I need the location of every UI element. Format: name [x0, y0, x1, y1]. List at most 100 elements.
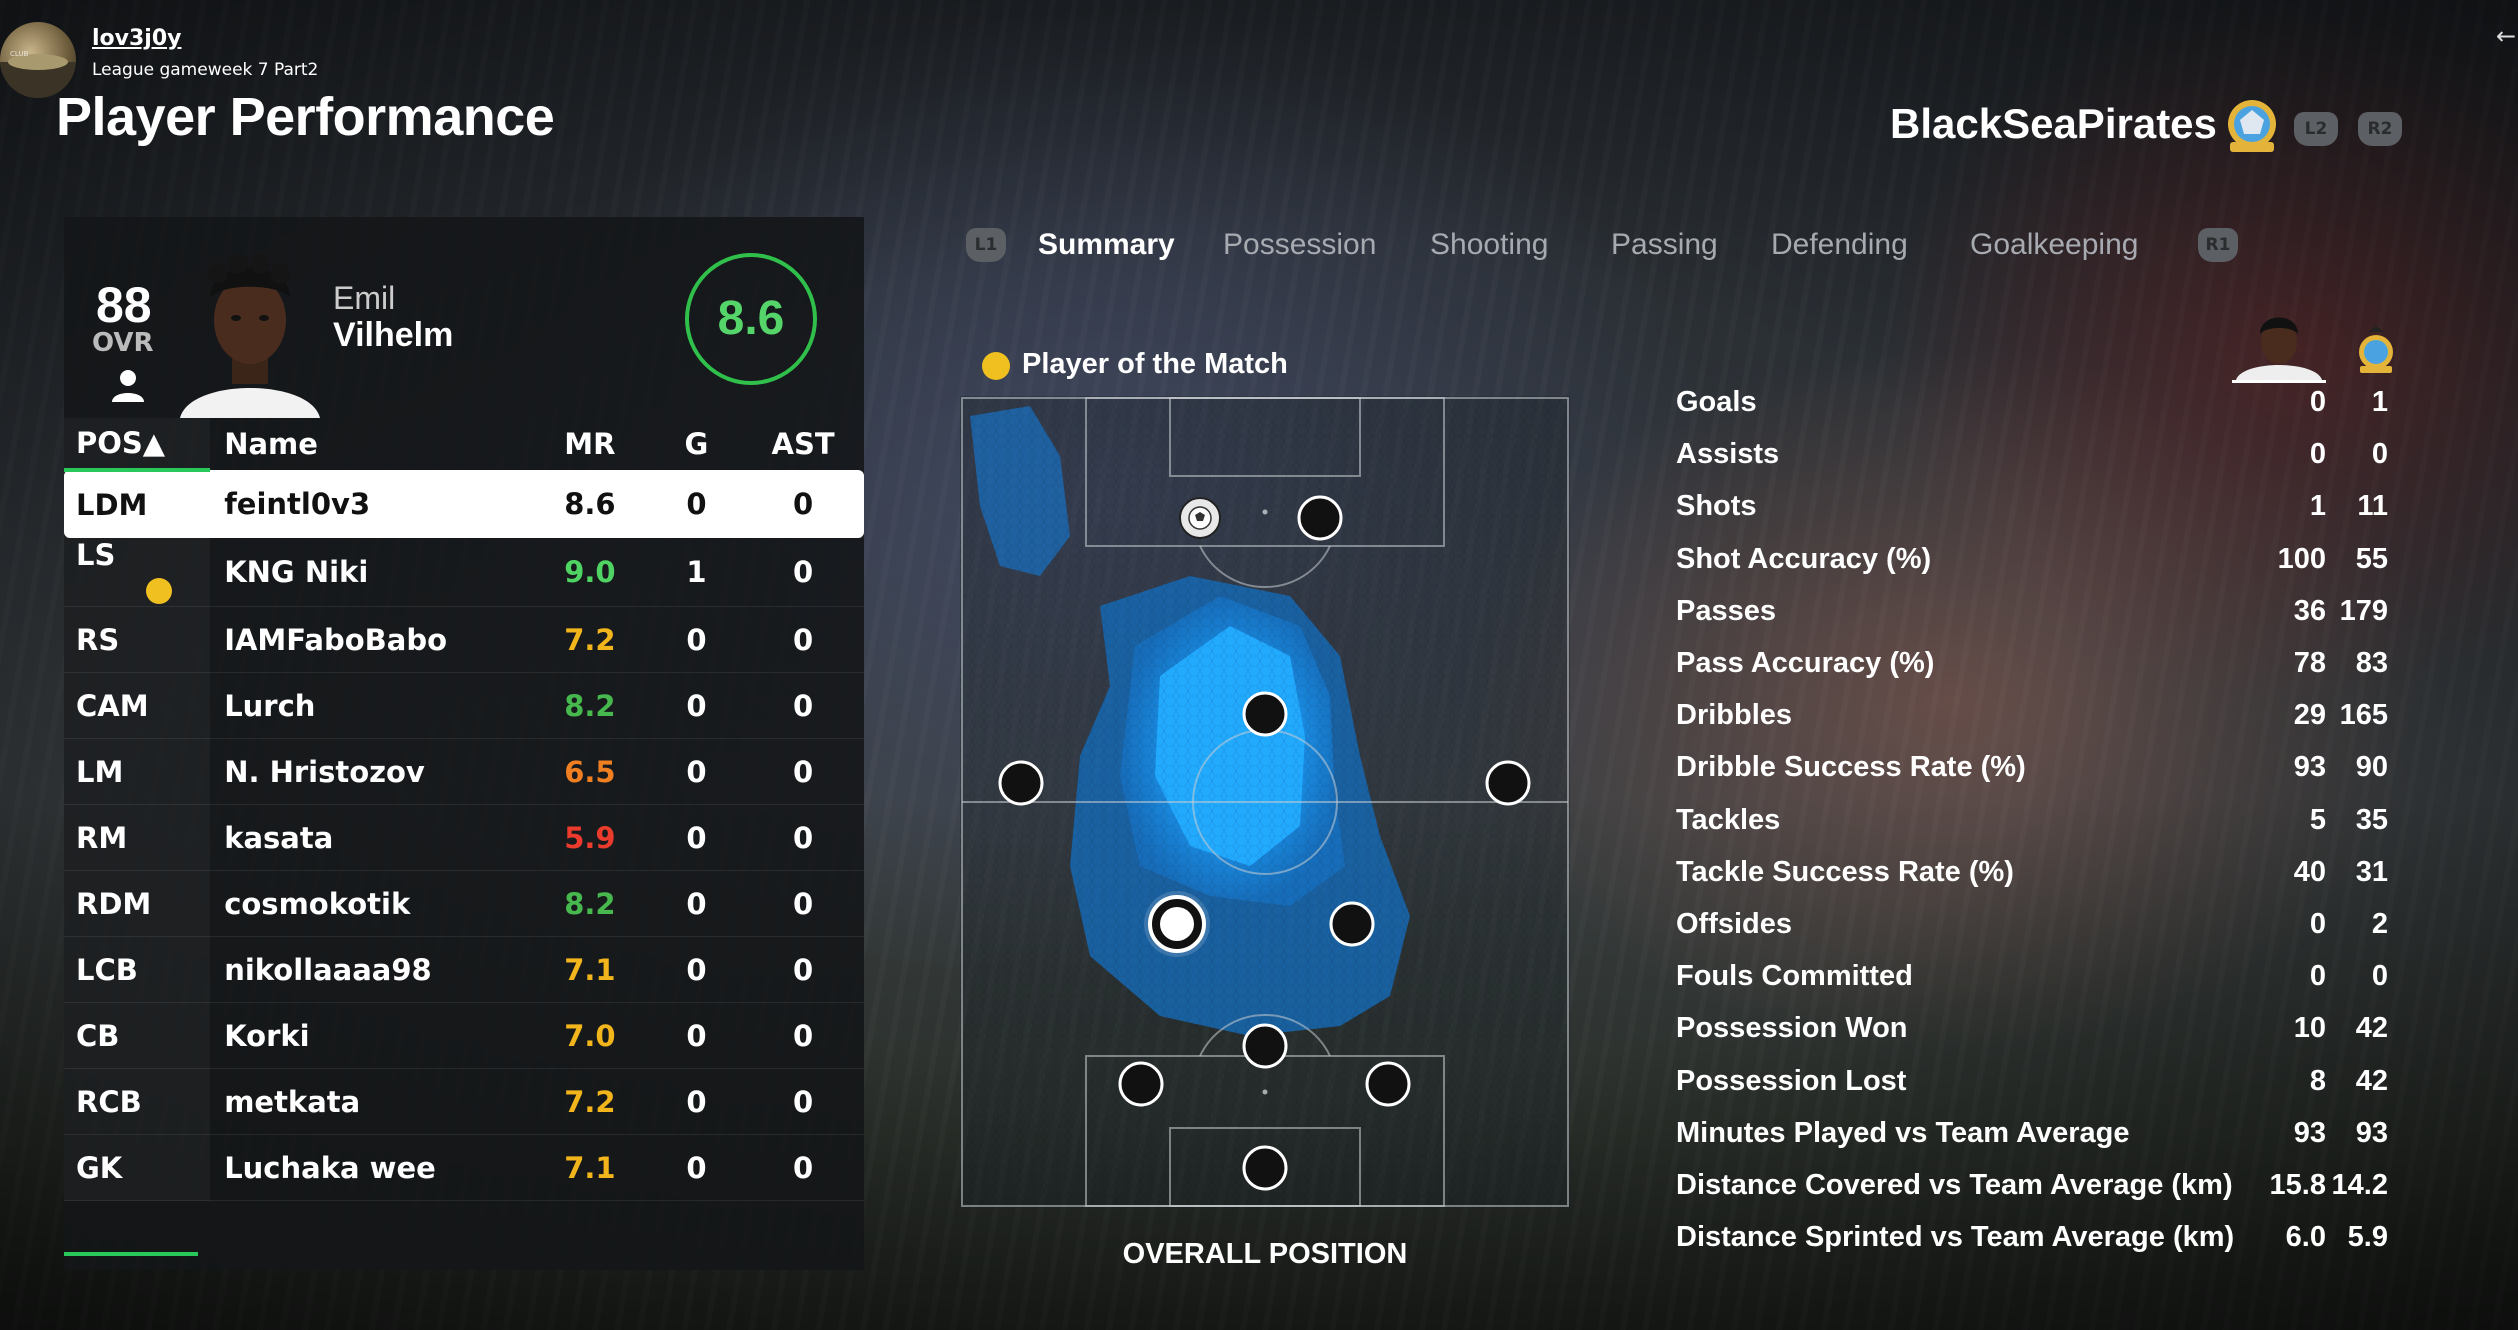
roster-mr: 7.1: [528, 936, 651, 1003]
pos-column-header[interactable]: POS▲: [64, 418, 211, 472]
player-marker[interactable]: [1365, 1061, 1411, 1107]
roster-row[interactable]: LS KNG Niki 9.0 1 0: [64, 537, 864, 607]
name-column-header[interactable]: Name: [210, 418, 529, 470]
roster-mr-text: 7.0: [564, 1018, 616, 1053]
stat-label: Distance Covered vs Team Average (km): [1676, 1169, 2233, 1201]
player-marker[interactable]: [1118, 1061, 1164, 1107]
stat-team-value: 5.9: [2347, 1221, 2388, 1254]
username[interactable]: lov3j0y: [92, 26, 182, 51]
mr-column-header[interactable]: MR: [529, 418, 651, 470]
roster-name-text: Lurch: [224, 688, 316, 723]
roster-mr-text: 8.2: [564, 688, 616, 723]
stat-player-value: 40: [2293, 855, 2326, 888]
stat-label: Fouls Committed: [1676, 960, 1913, 993]
roster-row[interactable]: LM N. Hristozov 6.5 0 0: [64, 738, 864, 805]
stat-team-value: 165: [2339, 699, 2388, 732]
roster-goals: 0: [650, 738, 743, 805]
player-marker[interactable]: [1242, 1145, 1288, 1191]
tab-possession[interactable]: Possession: [1223, 228, 1376, 262]
roster-assists: 0: [742, 537, 864, 607]
roster-row[interactable]: CB Korki 7.0 0 0: [64, 1002, 864, 1069]
stat-row: Offsides 0 2: [1676, 908, 2396, 960]
tab-passing[interactable]: Passing: [1611, 228, 1718, 262]
roster-assists-text: 0: [792, 754, 814, 789]
stat-label: Offsides: [1676, 908, 1793, 940]
roster-row[interactable]: RM kasata 5.9 0 0: [64, 804, 864, 871]
potm-badge-icon: [146, 578, 172, 604]
l1-button[interactable]: L1: [966, 228, 1006, 262]
page-title: Player Performance: [56, 87, 555, 147]
roster-mr-text: 7.1: [564, 952, 616, 987]
arrow-left-icon[interactable]: ←: [2496, 22, 2516, 50]
roster-mr-text: 8.6: [564, 486, 616, 521]
roster-row[interactable]: RDM cosmokotik 8.2 0 0: [64, 870, 864, 937]
roster-goals: 0: [650, 1068, 743, 1135]
roster-pos-text: RDM: [76, 886, 152, 921]
match-subtitle: League gameweek 7 Part2: [92, 60, 319, 80]
g-column-header[interactable]: G: [651, 418, 742, 470]
stat-label: Tackle Success Rate (%): [1676, 855, 2014, 888]
roster-mr-text: 8.2: [564, 886, 616, 921]
roster-name-text: IAMFaboBabo: [224, 622, 447, 657]
potm-icon: [982, 352, 1010, 380]
player-last-name: Vilhelm: [333, 316, 454, 354]
player-marker[interactable]: [1242, 691, 1288, 737]
player-marker[interactable]: [1242, 1023, 1288, 1069]
roster-assists: 0: [742, 470, 864, 538]
roster-name-text: N. Hristozov: [224, 754, 425, 789]
roster-row[interactable]: LCB nikollaaaa98 7.1 0 0: [64, 936, 864, 1003]
stat-row: Minutes Played vs Team Average 93 93: [1676, 1117, 2396, 1169]
roster-pos: CB: [64, 1002, 211, 1069]
roster-name-text: metkata: [224, 1084, 361, 1119]
roster-pos: LM: [64, 738, 211, 805]
match-rating: 8.6: [717, 292, 785, 345]
roster-pos-text: RS: [76, 622, 120, 657]
tab-shooting[interactable]: Shooting: [1430, 228, 1548, 262]
roster-row[interactable]: RS IAMFaboBabo 7.2 0 0: [64, 606, 864, 673]
roster-pos-text: LCB: [76, 952, 138, 987]
stat-row: Tackle Success Rate (%) 40 31: [1676, 856, 2396, 908]
stat-label: Dribble Success Rate (%): [1676, 751, 2026, 784]
roster-goals: 0: [650, 936, 743, 1003]
tab-goalkeeping[interactable]: Goalkeeping: [1970, 228, 2138, 262]
stat-player-value: 78: [2293, 647, 2326, 679]
stat-player-value: 93: [2293, 1116, 2326, 1149]
player-marker[interactable]: [998, 760, 1044, 806]
player-marker[interactable]: [1297, 495, 1343, 541]
ast-column-header[interactable]: AST: [742, 418, 864, 470]
stat-player-value: 100: [2277, 542, 2326, 575]
stat-player-value: 5: [2309, 803, 2326, 836]
roster-assists: 0: [742, 1068, 864, 1135]
roster-goals-text: 0: [686, 1084, 707, 1119]
stat-team-value: 1: [2371, 386, 2388, 418]
roster-goals-text: 0: [686, 754, 707, 789]
roster-name-text: kasata: [224, 820, 334, 855]
heatmap-pitch: [960, 396, 1570, 1208]
r1-button[interactable]: R1: [2198, 228, 2238, 262]
stat-row: Tackles 5 35: [1676, 804, 2396, 856]
stat-player-value: 0: [2309, 960, 2326, 993]
roster-row[interactable]: RCB metkata 7.2 0 0: [64, 1068, 864, 1135]
stat-player-value: 0: [2309, 386, 2326, 418]
roster-row[interactable]: CAM Lurch 8.2 0 0: [64, 672, 864, 739]
roster-row[interactable]: GK Luchaka wee 7.1 0 0: [64, 1134, 864, 1201]
roster-name: cosmokotik: [210, 870, 529, 937]
stat-row: Dribble Success Rate (%) 93 90: [1676, 751, 2396, 803]
player-marker[interactable]: [1485, 760, 1531, 806]
roster-assists: 0: [742, 936, 864, 1003]
roster-goals: 0: [650, 1134, 743, 1201]
tab-defending[interactable]: Defending: [1771, 228, 1908, 262]
l2-button[interactable]: L2: [2294, 112, 2338, 146]
stat-team-value: 55: [2355, 542, 2388, 575]
roster-pos-text: GK: [76, 1150, 123, 1185]
roster-row[interactable]: LDM feintl0v3 8.6 0 0: [64, 470, 864, 538]
player-marker[interactable]: [1329, 901, 1375, 947]
team-crest-icon: [2228, 90, 2276, 152]
roster-mr: 8.2: [528, 870, 651, 937]
tab-summary[interactable]: Summary: [1038, 228, 1175, 262]
roster-goals-text: 0: [686, 1150, 707, 1185]
r2-button[interactable]: R2: [2358, 112, 2402, 146]
roster-goals-text: 0: [686, 952, 707, 987]
roster-goals: 1: [650, 537, 743, 607]
roster-pos: RM: [64, 804, 211, 871]
